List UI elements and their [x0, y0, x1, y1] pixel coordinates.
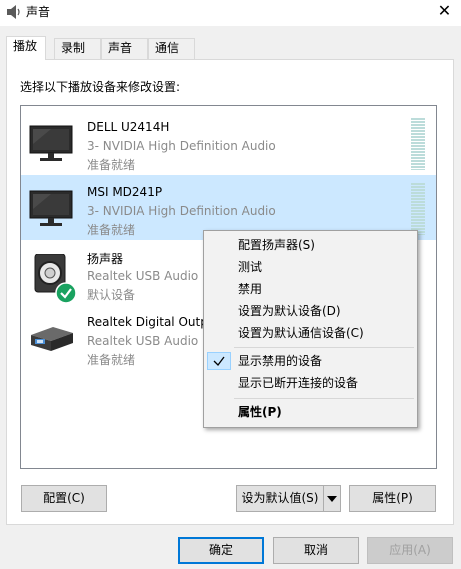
set-default-button[interactable]: 设为默认值(S) — [236, 485, 324, 512]
menu-item-set-default-comm-device[interactable]: 设置为默认通信设备(C) — [204, 322, 417, 344]
device-status: 准备就绪 — [87, 158, 136, 172]
menu-item-set-default-device[interactable]: 设置为默认设备(D) — [204, 300, 417, 322]
volume-meter — [411, 118, 425, 170]
monitor-icon — [27, 124, 77, 164]
monitor-icon — [27, 189, 77, 229]
device-name: 扬声器 — [87, 252, 124, 266]
chevron-down-icon — [327, 496, 337, 502]
window-title: 声音 — [26, 5, 51, 19]
menu-item-show-disconnected-devices[interactable]: 显示已断开连接的设备 — [204, 372, 417, 394]
menu-item-configure-speakers[interactable]: 配置扬声器(S) — [204, 234, 417, 256]
tab-playback[interactable]: 播放 — [6, 36, 46, 60]
device-driver: 3- NVIDIA High Definition Audio — [87, 139, 276, 153]
menu-item-properties[interactable]: 属性(P) — [204, 401, 417, 423]
cancel-button[interactable]: 取消 — [273, 537, 359, 564]
properties-button[interactable]: 属性(P) — [349, 485, 436, 512]
device-status: 默认设备 — [87, 288, 136, 302]
menu-item-test[interactable]: 测试 — [204, 256, 417, 278]
device-name: DELL U2414H — [87, 120, 170, 134]
device-driver: Realtek USB Audio — [87, 269, 199, 283]
configure-button[interactable]: 配置(C) — [21, 485, 107, 512]
device-status: 准备就绪 — [87, 353, 136, 367]
tab-recording[interactable]: 录制 — [54, 38, 101, 59]
ok-button[interactable]: 确定 — [178, 537, 264, 564]
device-driver: Realtek USB Audio — [87, 334, 199, 348]
menu-item-show-disabled-devices[interactable]: 显示禁用的设备 — [204, 350, 417, 372]
close-button[interactable]: ✕ — [428, 0, 461, 24]
set-default-dropdown-button[interactable] — [323, 485, 341, 512]
volume-meter — [411, 183, 425, 235]
menu-item-disable[interactable]: 禁用 — [204, 278, 417, 300]
context-menu: 配置扬声器(S) 测试 禁用 设置为默认设备(D) 设置为默认通信设备(C) 显… — [203, 230, 418, 428]
device-name: MSI MD241P — [87, 185, 163, 199]
device-status: 准备就绪 — [87, 223, 136, 237]
title-bar — [0, 0, 461, 26]
device-row-dell[interactable]: DELL U2414H 3- NVIDIA High Definition Au… — [21, 110, 436, 175]
digital-output-icon — [27, 319, 77, 359]
tab-sounds[interactable]: 声音 — [101, 38, 148, 59]
speaker-app-icon — [6, 4, 22, 20]
instruction-text: 选择以下播放设备来修改设置: — [20, 80, 181, 94]
apply-button[interactable]: 应用(A) — [367, 537, 453, 564]
menu-separator — [234, 398, 414, 399]
device-driver: 3- NVIDIA High Definition Audio — [87, 204, 276, 218]
tab-communications[interactable]: 通信 — [148, 38, 195, 59]
device-name: Realtek Digital Output — [87, 315, 221, 329]
menu-separator — [234, 347, 414, 348]
default-check-icon — [55, 282, 77, 304]
